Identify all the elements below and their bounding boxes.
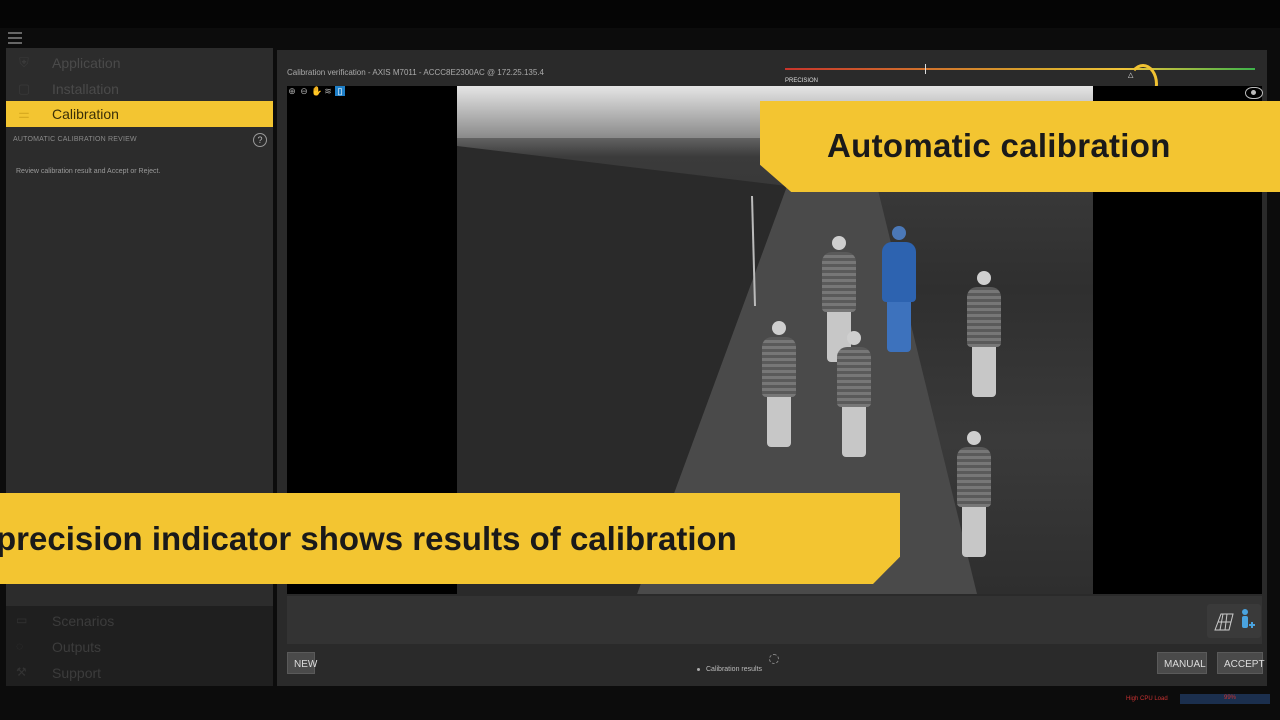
precision-tick [925, 64, 926, 74]
person-figure [957, 431, 991, 557]
calibration-strip [287, 596, 1262, 644]
manual-button[interactable]: MANUAL [1157, 652, 1207, 674]
help-icon[interactable]: ? [253, 133, 267, 147]
scenarios-icon: ▭ [16, 613, 28, 627]
accept-button[interactable]: ACCEPT [1217, 652, 1265, 674]
sidebar-item-label: Calibration [52, 106, 119, 122]
calibration-results-label: Calibration results [706, 666, 763, 673]
section-title: AUTOMATIC CALIBRATION REVIEW [13, 136, 137, 143]
detected-person-highlight [882, 226, 916, 352]
precision-bar [785, 68, 1255, 70]
calibration-grid-person-icon[interactable] [1207, 604, 1261, 638]
sidebar-item-label: Application [52, 55, 121, 71]
hamburger-menu-icon[interactable] [8, 32, 22, 44]
new-button[interactable]: NEW [287, 652, 317, 674]
pan-hand-icon[interactable]: ✋ [311, 86, 322, 96]
eye-icon[interactable] [1245, 87, 1263, 99]
bullet-icon [697, 667, 700, 671]
callout-banner-top: Automatic calibration [760, 101, 1280, 192]
zoom-out-icon[interactable]: ⊖ [299, 86, 309, 96]
person-figure [967, 271, 1001, 397]
person-figure [837, 331, 871, 457]
shield-icon: ⛨ [19, 55, 29, 70]
cpu-load-value: 99% [1224, 695, 1237, 701]
instruction-text: Review calibration result and Accept or … [16, 168, 161, 175]
sidebar-item-application[interactable]: ⛨ Application [6, 50, 273, 76]
sidebar-item-label: Outputs [52, 639, 102, 655]
wrench-icon: ⚒ [16, 665, 27, 679]
sidebar-item-scenarios[interactable]: ▭ Scenarios [6, 609, 273, 633]
precision-marker-icon: △ [1128, 72, 1134, 79]
person-figure [762, 321, 796, 447]
zoom-in-icon[interactable]: ⊕ [287, 86, 297, 96]
layers-icon[interactable]: ≋ [323, 86, 333, 96]
callout-text: precision indicator shows results of cal… [0, 520, 737, 557]
callout-banner-bottom: precision indicator shows results of cal… [0, 493, 900, 584]
clipboard-icon: ▢ [17, 81, 31, 96]
calibration-results-item[interactable]: Calibration results [697, 666, 762, 673]
sidebar-item-support[interactable]: ⚒ Support [6, 661, 273, 685]
sidebar-item-label: Scenarios [52, 613, 115, 629]
zoom-toolbar: ⊕ ⊖ ✋ ≋ ▯ [287, 86, 345, 98]
cpu-warning: High CPU Load [1126, 696, 1168, 702]
sidebar-item-installation[interactable]: ▢ Installation [6, 76, 273, 102]
sidebar-item-outputs[interactable]: ◌ Outputs [6, 635, 273, 659]
loading-spinner-icon [769, 654, 779, 664]
sidebar-item-label: Installation [52, 81, 119, 97]
verification-title: Calibration verification - AXIS M7011 - … [287, 68, 544, 77]
sidebar-lower: ▭ Scenarios ◌ Outputs ⚒ Support [6, 606, 273, 686]
sidebar-item-label: Support [52, 665, 102, 681]
sidebar-item-calibration[interactable]: ⚌ Calibration [6, 101, 273, 127]
precision-label: PRECISION [785, 78, 819, 84]
callout-text: Automatic calibration [827, 127, 1171, 164]
outputs-icon: ◌ [16, 639, 24, 653]
ruler-icon: ⚌ [18, 106, 30, 121]
select-tool-icon[interactable]: ▯ [335, 86, 345, 96]
top-bar [0, 0, 1280, 28]
cpu-load-bar: 99% [1180, 694, 1270, 704]
